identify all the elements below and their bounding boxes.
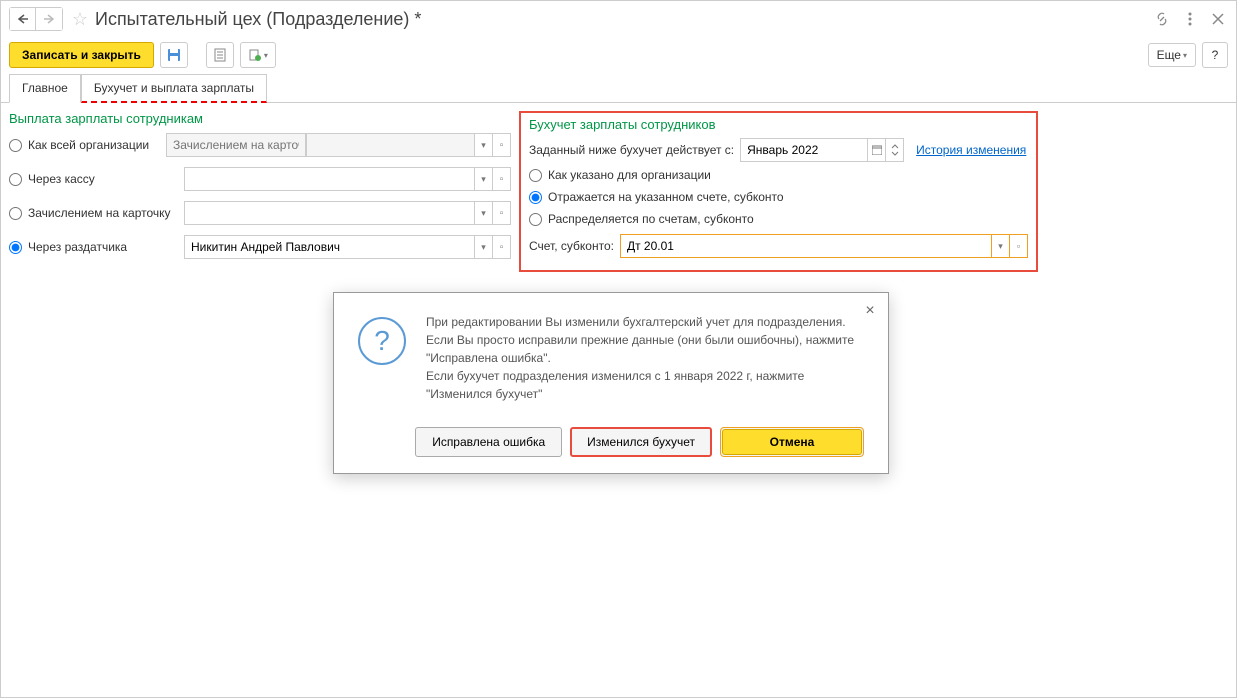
window: ☆ Испытательный цех (Подразделение) * За… bbox=[0, 0, 1237, 698]
tabs: Главное Бухучет и выплата зарплаты bbox=[1, 73, 1236, 103]
radio-acc-account-input[interactable] bbox=[529, 191, 542, 204]
card-dropdown-icon[interactable]: ▾ bbox=[475, 201, 493, 225]
effective-date-input[interactable] bbox=[740, 138, 868, 162]
favorite-star-icon[interactable]: ☆ bbox=[69, 8, 91, 30]
content: Выплата зарплаты сотрудникам Как всей ор… bbox=[1, 103, 1236, 280]
cancel-button-wrap: Отмена bbox=[720, 427, 864, 457]
dialog-close-icon[interactable]: × bbox=[860, 301, 880, 321]
radio-cash[interactable]: Через кассу bbox=[9, 172, 184, 186]
radio-acc-account[interactable]: Отражается на указанном счете, субконто bbox=[529, 190, 1028, 204]
dialog-line1: При редактировании Вы изменили бухгалтер… bbox=[426, 313, 864, 331]
kebab-menu-icon[interactable] bbox=[1180, 9, 1200, 29]
as-org-open-icon[interactable]: ▫ bbox=[493, 133, 511, 157]
history-link[interactable]: История изменения bbox=[916, 143, 1026, 157]
as-org-input2 bbox=[306, 133, 475, 157]
radio-cash-label: Через кассу bbox=[28, 172, 95, 186]
radio-acc-distributed[interactable]: Распределяется по счетам, субконто bbox=[529, 212, 1028, 226]
radio-acc-distributed-input[interactable] bbox=[529, 213, 542, 226]
radio-as-org[interactable]: Как всей организации bbox=[9, 138, 166, 152]
help-button[interactable]: ? bbox=[1202, 42, 1228, 68]
nav-arrows bbox=[9, 7, 63, 31]
as-org-dropdown-icon[interactable]: ▾ bbox=[475, 133, 493, 157]
account-label: Счет, субконто: bbox=[529, 239, 614, 253]
radio-cash-input[interactable] bbox=[9, 173, 22, 186]
cash-dropdown-icon[interactable]: ▾ bbox=[475, 167, 493, 191]
salary-payment-title: Выплата зарплаты сотрудникам bbox=[9, 111, 511, 126]
fixed-error-button[interactable]: Исправлена ошибка bbox=[415, 427, 562, 457]
page-title: Испытательный цех (Подразделение) * bbox=[95, 9, 1152, 30]
cash-open-icon[interactable]: ▫ bbox=[493, 167, 511, 191]
accounting-title: Бухучет зарплаты сотрудников bbox=[529, 117, 1028, 132]
close-icon[interactable] bbox=[1208, 9, 1228, 29]
salary-payment-section: Выплата зарплаты сотрудникам Как всей ор… bbox=[9, 111, 519, 272]
link-icon[interactable] bbox=[1152, 9, 1172, 29]
card-open-icon[interactable]: ▫ bbox=[493, 201, 511, 225]
save-button[interactable] bbox=[160, 42, 188, 68]
radio-distributor-input[interactable] bbox=[9, 241, 22, 254]
radio-distributor[interactable]: Через раздатчика bbox=[9, 240, 184, 254]
radio-acc-distributed-label: Распределяется по счетам, субконто bbox=[548, 212, 754, 226]
radio-card-label: Зачислением на карточку bbox=[28, 206, 171, 220]
document-button[interactable] bbox=[206, 42, 234, 68]
accounting-section: Бухучет зарплаты сотрудников Заданный ни… bbox=[519, 111, 1038, 272]
account-dropdown-icon[interactable]: ▾ bbox=[992, 234, 1010, 258]
cash-input[interactable] bbox=[184, 167, 475, 191]
radio-acc-as-org-input[interactable] bbox=[529, 169, 542, 182]
distributor-input[interactable] bbox=[184, 235, 475, 259]
dialog-line2: Если Вы просто исправили прежние данные … bbox=[426, 331, 864, 367]
confirm-dialog: × ? При редактировании Вы изменили бухга… bbox=[333, 292, 889, 474]
distributor-dropdown-icon[interactable]: ▾ bbox=[475, 235, 493, 259]
attach-dropdown-button[interactable]: ▾ bbox=[240, 42, 276, 68]
radio-acc-as-org-label: Как указано для организации bbox=[548, 168, 711, 182]
more-button[interactable]: Еще ▾ bbox=[1148, 43, 1196, 67]
save-close-button[interactable]: Записать и закрыть bbox=[9, 42, 154, 68]
account-input[interactable] bbox=[620, 234, 992, 258]
radio-as-org-input[interactable] bbox=[9, 139, 22, 152]
effective-date-label: Заданный ниже бухучет действует с: bbox=[529, 143, 734, 157]
tab-accounting[interactable]: Бухучет и выплата зарплаты bbox=[81, 74, 267, 103]
spinner-icon[interactable] bbox=[886, 138, 904, 162]
dialog-line3: Если бухучет подразделения изменился с 1… bbox=[426, 367, 864, 403]
radio-distributor-label: Через раздатчика bbox=[28, 240, 127, 254]
tab-main[interactable]: Главное bbox=[9, 74, 81, 103]
distributor-open-icon[interactable]: ▫ bbox=[493, 235, 511, 259]
radio-as-org-label: Как всей организации bbox=[28, 138, 149, 152]
card-input[interactable] bbox=[184, 201, 475, 225]
more-label: Еще bbox=[1157, 48, 1181, 62]
dialog-text: При редактировании Вы изменили бухгалтер… bbox=[426, 313, 864, 403]
radio-acc-account-label: Отражается на указанном счете, субконто bbox=[548, 190, 784, 204]
titlebar: ☆ Испытательный цех (Подразделение) * bbox=[1, 1, 1236, 37]
as-org-input bbox=[166, 133, 306, 157]
calendar-icon[interactable] bbox=[868, 138, 886, 162]
radio-acc-as-org[interactable]: Как указано для организации bbox=[529, 168, 1028, 182]
changed-accounting-button[interactable]: Изменился бухучет bbox=[570, 427, 712, 457]
account-open-icon[interactable]: ▫ bbox=[1010, 234, 1028, 258]
back-button[interactable] bbox=[10, 8, 36, 30]
radio-card[interactable]: Зачислением на карточку bbox=[9, 206, 184, 220]
forward-button[interactable] bbox=[36, 8, 62, 30]
toolbar: Записать и закрыть ▾ Еще ▾ ? bbox=[1, 37, 1236, 73]
question-icon: ? bbox=[358, 317, 406, 365]
cancel-button[interactable]: Отмена bbox=[722, 429, 862, 455]
radio-card-input[interactable] bbox=[9, 207, 22, 220]
